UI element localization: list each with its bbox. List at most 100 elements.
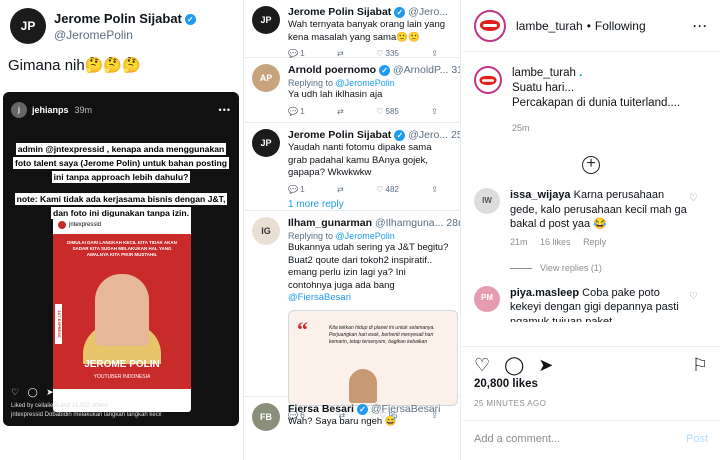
reply-button[interactable]: 💬 1: [288, 185, 305, 194]
twitter-post-panel: JP Jerome Polin Sijabat ✓ @JeromePolin Gi…: [0, 0, 243, 460]
following-button[interactable]: Following: [595, 19, 646, 33]
like-button[interactable]: ♡ 482: [376, 185, 399, 194]
more-icon: •••: [218, 105, 231, 115]
commenter-avatar[interactable]: IW: [474, 188, 500, 214]
story-screenshot[interactable]: j jehianps 39m ••• admin @jntexpressid ,…: [3, 92, 239, 426]
story-avatar: j: [11, 102, 27, 118]
avatar[interactable]: JP: [252, 129, 280, 157]
retweet-icon[interactable]: ⇄: [337, 185, 344, 194]
lips-logo-icon: [480, 20, 500, 31]
thread-tweet[interactable]: AP Arnold poernomo✓ @ArnoldP... 31m Repl…: [244, 58, 460, 123]
like-button[interactable]: ♡ 585: [376, 107, 399, 116]
tweet-body: Wah? Saya baru ngeh 😅: [288, 416, 397, 427]
comment-icon[interactable]: ◯: [504, 355, 524, 376]
ig-header: lambe_turah • Following ···: [462, 0, 720, 52]
attached-image[interactable]: “ Kita tekkan hidup di planet ini untuk …: [288, 309, 458, 406]
retweet-icon[interactable]: ⇄: [337, 107, 344, 116]
replying-to: Replying to: [288, 231, 334, 241]
post-timestamp: 25 MINUTES AGO: [474, 399, 547, 408]
avatar[interactable]: FB: [252, 403, 280, 431]
more-replies-link[interactable]: 1 more reply: [288, 199, 452, 210]
like-button[interactable]: ♡ 335: [376, 49, 399, 58]
share-icon[interactable]: ⇪: [431, 185, 438, 194]
comment: IW issa_wijaya Karna perusahaan gede, ka…: [462, 188, 720, 276]
caption-time: 25m: [512, 123, 530, 133]
share-icon[interactable]: ⇪: [431, 107, 438, 116]
jnt-logo-icon: [58, 221, 66, 229]
caption-avatar[interactable]: [474, 66, 502, 94]
post-image: DIMULAI DARI LANGKAH KECIL KITA TIDAK AK…: [53, 234, 191, 389]
story-actions: ♡ ◯ ➤: [11, 387, 57, 397]
view-replies-link[interactable]: View replies (1): [540, 263, 602, 273]
story-notice-2: note: Kami tidak ada kerjasama bisnis de…: [14, 193, 228, 219]
liked-by: Liked by ceilaliem and 16,022 others: [11, 403, 109, 409]
tweet-text: Gimana nih🤔🤔🤔: [8, 57, 141, 74]
comment: PM piya.masleep Coba pake poto kekeyi de…: [462, 285, 720, 322]
retweet-icon[interactable]: ⇄: [337, 49, 344, 58]
reply-mention[interactable]: @JeromePolin: [336, 231, 395, 241]
avatar[interactable]: IG: [252, 217, 280, 245]
quote-mark-icon: “: [297, 316, 308, 342]
share-icon[interactable]: ⇪: [431, 49, 438, 58]
comment-user[interactable]: issa_wijaya: [510, 189, 571, 201]
load-more-icon[interactable]: +: [582, 156, 600, 174]
add-comment-input[interactable]: Add a comment...: [474, 433, 560, 448]
tweet-handle: @FiersaBesari: [370, 403, 441, 415]
card-account: jntexpressid: [69, 222, 102, 228]
account-name[interactable]: lambe_turah: [516, 19, 583, 33]
profile-avatar[interactable]: [474, 9, 506, 42]
reply-button[interactable]: 💬 1: [288, 49, 305, 58]
verified-icon: ✓: [394, 6, 406, 18]
tweet-handle: @ArnoldP...: [393, 64, 449, 76]
story-header: j jehianps 39m •••: [3, 92, 239, 128]
likes-count[interactable]: 20,800 likes: [474, 378, 538, 390]
comment-likes[interactable]: 16 likes: [540, 237, 571, 247]
caption-line-2: Percakapan di dunia tuiterland....: [512, 97, 681, 109]
caption-line-1: Suatu hari...: [512, 82, 575, 94]
card-side-label: J&T EXPRESS: [55, 304, 62, 344]
avatar[interactable]: JP: [252, 6, 280, 34]
tweet-author[interactable]: Fiersa Besari: [288, 403, 354, 415]
share-icon[interactable]: ➤: [538, 355, 553, 376]
body-mention[interactable]: @FiersaBesari: [288, 292, 351, 303]
post-button[interactable]: Post: [686, 433, 708, 448]
thread-tweet[interactable]: FB Fiersa Besari ✓ @FiersaBesari Wah? Say…: [244, 397, 460, 437]
author-name[interactable]: Jerome Polin Sijabat: [54, 11, 182, 26]
reply-button[interactable]: 💬 1: [288, 107, 305, 116]
person-face: [95, 274, 149, 346]
comment-user[interactable]: piya.masleep: [510, 287, 579, 299]
comment-like-icon[interactable]: ♡: [689, 192, 698, 207]
thread-tweet[interactable]: IG Ilham_gunarman @Ilhamguna... 28m Repl…: [244, 211, 460, 420]
lips-logo-icon: [479, 75, 497, 85]
bookmark-icon[interactable]: ⚐: [692, 355, 708, 376]
tweet-handle: @Ilhamguna...: [374, 217, 444, 229]
tweet-author[interactable]: Arnold poernomo: [288, 64, 376, 76]
thread-tweet[interactable]: JP Jerome Polin Sijabat✓ @Jero... 25m Ya…: [244, 123, 460, 211]
tweet-body: Bukannya udah sering ya J&T begitu? Buat…: [288, 242, 449, 291]
instagram-panel: lambe_turah • Following ··· lambe_turah …: [462, 0, 720, 460]
tweet-time: 31m: [451, 64, 460, 76]
thread-tweet[interactable]: JP Jerome Polin Sijabat ✓ @Jero... Wah te…: [244, 0, 460, 58]
comment-reply-button[interactable]: Reply: [583, 237, 606, 247]
avatar[interactable]: JP: [10, 8, 46, 44]
avatar[interactable]: AP: [252, 64, 280, 92]
caption-user[interactable]: lambe_turah: [512, 67, 576, 79]
tweet-author[interactable]: Ilham_gunarman: [288, 217, 372, 229]
replying-to: Replying to: [288, 78, 334, 88]
comment-like-icon[interactable]: ♡: [689, 290, 698, 305]
author-handle[interactable]: @JeromePolin: [54, 28, 196, 42]
tweet-body: Yaudah nanti fotomu dipake sama grab pad…: [288, 142, 432, 178]
more-options-icon[interactable]: ···: [693, 19, 708, 33]
tweet-author[interactable]: Jerome Polin Sijabat: [288, 6, 391, 18]
tweet-author[interactable]: Jerome Polin Sijabat: [288, 129, 391, 141]
like-icon[interactable]: ♡: [474, 355, 490, 376]
verified-icon: ✓: [356, 403, 368, 415]
embedded-post: jntexpressid DIMULAI DARI LANGKAH KECIL …: [53, 217, 191, 412]
tweet-handle: @Jero...: [408, 129, 449, 141]
story-time: 39m: [74, 105, 93, 115]
verified-icon: ✓: [184, 13, 196, 25]
commenter-avatar[interactable]: PM: [474, 285, 500, 312]
card-subtitle: YOUTUBER INDONESIA: [93, 374, 151, 380]
twitter-thread-panel: JP Jerome Polin Sijabat ✓ @Jero... Wah te…: [243, 0, 461, 460]
reply-mention[interactable]: @JeromePolin: [336, 78, 395, 88]
